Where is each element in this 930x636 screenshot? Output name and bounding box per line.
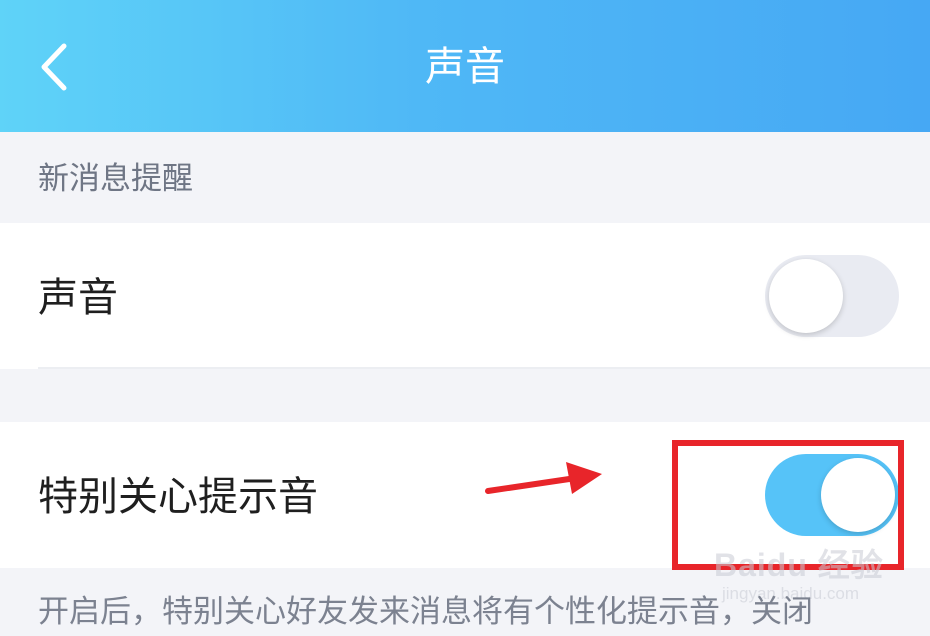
annotation-arrow-icon [485, 462, 602, 494]
setting-label-special-care-sound: 特别关心提示音 [38, 474, 318, 520]
setting-label-sound: 声音 [38, 275, 118, 321]
toggle-knob [769, 259, 843, 333]
divider [38, 367, 930, 369]
watermark-brand: Baidu 经验 [714, 547, 884, 583]
page-title: 声音 [425, 44, 505, 90]
setting-row-sound: 声音 [0, 223, 930, 369]
section-label-new-message: 新消息提醒 [38, 161, 193, 197]
setting-description: 开启后，特别关心好友发来消息将有个性化提示音，关闭 [38, 594, 813, 630]
sound-toggle[interactable] [765, 255, 899, 337]
top-bar: 声音 [0, 0, 930, 132]
